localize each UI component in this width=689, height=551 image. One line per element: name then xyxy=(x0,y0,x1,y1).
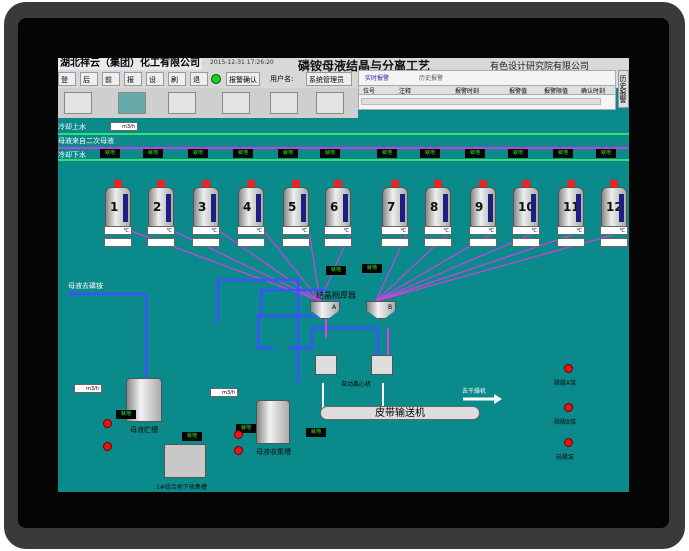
temperature-value: ℃ xyxy=(424,226,452,235)
motor-icon xyxy=(479,180,487,187)
level-value xyxy=(424,238,452,247)
cooling-in-label: 冷却上水 xyxy=(58,123,86,131)
hmi-screen: 湖北祥云（集团）化工有限公司 2015-12-31 17:26:20 磷铵母液结… xyxy=(58,58,629,492)
underground-tank-label: 1#综合地下收集槽 xyxy=(156,484,207,491)
temperature-value: ℃ xyxy=(512,226,540,235)
conveyor-status: 就地 xyxy=(306,428,326,437)
level-value xyxy=(147,238,175,247)
to-dryer-label: 去干燥机 xyxy=(462,388,487,395)
pump-icon[interactable] xyxy=(103,419,112,428)
temperature-value: ℃ xyxy=(237,226,265,235)
crystallizer-number: 3 xyxy=(198,200,207,214)
temperature-value: ℃ xyxy=(381,226,409,235)
crystallizer-status: 就地 xyxy=(377,149,397,158)
storage-flow: m3/h xyxy=(74,384,102,393)
level-value xyxy=(192,238,220,247)
pump-b-label: 磷酸B泵 xyxy=(554,419,577,426)
pump-a-label: 磷酸A泵 xyxy=(554,380,577,387)
thickener-a-label: A xyxy=(332,304,337,311)
temperature-value: ℃ xyxy=(469,226,497,235)
crystallizer-status: 就地 xyxy=(320,149,340,158)
crystallizer-number: 9 xyxy=(475,200,484,214)
pump-icon[interactable] xyxy=(103,442,112,451)
crystallizer-number: 5 xyxy=(288,200,297,214)
crystallizer-status: 就地 xyxy=(233,149,253,158)
temperature-value: ℃ xyxy=(147,226,175,235)
crystallizer-number: 6 xyxy=(330,200,339,214)
cooling-flow-value: m3/h xyxy=(110,122,138,131)
pump-icon[interactable] xyxy=(234,446,243,455)
storage-tank-label: 母液贮槽 xyxy=(130,426,158,434)
crystallizer-number: 4 xyxy=(243,200,252,214)
motor-icon xyxy=(522,180,530,187)
motor-icon xyxy=(292,180,300,187)
crystallizer-status: 就地 xyxy=(465,149,485,158)
motor-icon xyxy=(567,180,575,187)
thickener-b-status: 就地 xyxy=(362,264,382,273)
level-value xyxy=(512,238,540,247)
level-value xyxy=(600,238,628,247)
level-value xyxy=(557,238,585,247)
crystallizer-status: 就地 xyxy=(596,149,616,158)
thickener-a-status: 就地 xyxy=(326,266,346,275)
centrifuge-a xyxy=(315,355,337,375)
centrifuge-b xyxy=(371,355,393,375)
level-value xyxy=(237,238,265,247)
temperature-value: ℃ xyxy=(282,226,310,235)
level-value xyxy=(104,238,132,247)
underground-status: 就地 xyxy=(182,432,202,441)
conveyor-label: 皮带输送机 xyxy=(375,408,425,419)
crystallizer-status: 就地 xyxy=(143,149,163,158)
crystallizer-number: 7 xyxy=(387,200,396,214)
crystallizer-status: 就地 xyxy=(420,149,440,158)
belt-conveyor: 皮带输送机 xyxy=(320,406,480,420)
cooling-out-label: 冷却下水 xyxy=(58,151,86,159)
crystallizer-status: 就地 xyxy=(100,149,120,158)
temperature-value: ℃ xyxy=(600,226,628,235)
mother-liquor-in-label: 母液来自二次母液 xyxy=(58,137,114,145)
level-value xyxy=(469,238,497,247)
motor-icon xyxy=(391,180,399,187)
temperature-value: ℃ xyxy=(324,226,352,235)
level-value xyxy=(282,238,310,247)
phosphoric-pump-b-icon[interactable] xyxy=(564,403,573,412)
mother-liquor-collect-tank xyxy=(256,400,290,444)
motor-icon xyxy=(247,180,255,187)
temperature-value: ℃ xyxy=(557,226,585,235)
phosphoric-pump-a-icon[interactable] xyxy=(564,364,573,373)
crystallizer-status: 就地 xyxy=(278,149,298,158)
level-value xyxy=(324,238,352,247)
centrifuge-label: 自动离心机 xyxy=(341,381,372,388)
pump-icon[interactable] xyxy=(234,430,243,439)
level-value xyxy=(381,238,409,247)
silicic-pump-icon[interactable] xyxy=(564,438,573,447)
motor-icon xyxy=(157,180,165,187)
motor-icon xyxy=(610,180,618,187)
temperature-value: ℃ xyxy=(192,226,220,235)
motor-icon xyxy=(202,180,210,187)
thickener-label: 结晶稠厚器 xyxy=(316,291,356,300)
motor-icon xyxy=(434,180,442,187)
collect-flow: m3/h xyxy=(210,388,238,397)
crystallizer-number: 1 xyxy=(110,200,119,214)
underground-collect-tank xyxy=(164,444,206,478)
motor-icon xyxy=(114,180,122,187)
mother-out-label: 母液去磷铵 xyxy=(68,282,103,290)
crystallizer-status: 就地 xyxy=(553,149,573,158)
collect-tank-label: 母液收集槽 xyxy=(256,448,291,456)
storage-pump-status: 就地 xyxy=(116,410,136,419)
crystallizer-status: 就地 xyxy=(188,149,208,158)
crystallizer-status: 就地 xyxy=(508,149,528,158)
temperature-value: ℃ xyxy=(104,226,132,235)
crystallizer-number: 8 xyxy=(430,200,439,214)
pump-c-label: 硅酸泵 xyxy=(556,454,575,461)
motor-icon xyxy=(334,180,342,187)
crystallizer-number: 2 xyxy=(153,200,162,214)
thickener-b-label: B xyxy=(388,304,393,311)
